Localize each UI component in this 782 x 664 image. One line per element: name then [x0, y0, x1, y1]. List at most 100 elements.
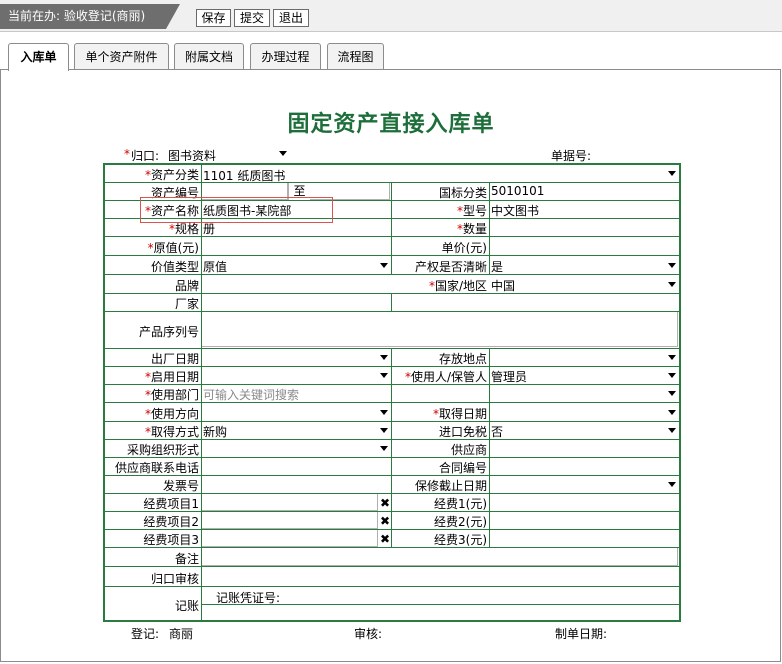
value-type-label: 价值类型 [150, 260, 199, 274]
chevron-down-icon [380, 263, 388, 268]
remark-label: 备注 [174, 552, 199, 566]
accounting-label: 记账 [174, 599, 199, 613]
chevron-down-icon [668, 263, 676, 268]
audit-label: 审核: [354, 627, 383, 641]
spec-input[interactable]: 册 [203, 220, 389, 237]
model-label: *型号 [456, 204, 487, 218]
asset-category-label: *资产分类 [144, 168, 199, 182]
country-value: 中国 [491, 279, 516, 293]
user-select[interactable]: 管理员 [490, 367, 678, 384]
clear-icon[interactable]: ✖ [380, 496, 390, 510]
tab-process[interactable]: 办理过程 [250, 43, 321, 70]
country-select[interactable]: 中国 [490, 276, 678, 293]
belong-select[interactable]: 图书资料 [166, 145, 290, 161]
location-select[interactable] [490, 349, 678, 366]
tab-asset-attachment[interactable]: 单个资产附件 [74, 43, 169, 70]
fund-item2-input[interactable] [202, 512, 378, 529]
brand-label: 品牌 [174, 279, 199, 293]
supplier-input[interactable] [491, 441, 677, 455]
fund2-label: 经费2(元) [434, 515, 487, 529]
chevron-down-icon [668, 391, 676, 396]
acquire-method-label: *取得方式 [144, 425, 199, 439]
model-input[interactable]: 中文图书 [491, 202, 677, 219]
chevron-down-icon [380, 410, 388, 415]
register-value: 商丽 [169, 627, 194, 641]
asset-name-label: *资产名称 [144, 204, 199, 218]
contract-no-input[interactable] [491, 459, 677, 473]
usage-label: *使用方向 [144, 407, 199, 421]
chevron-down-icon [279, 151, 287, 156]
location-label: 存放地点 [438, 352, 487, 366]
acquire-date-label: *取得日期 [432, 407, 487, 421]
value-type-select[interactable]: 原值 [202, 257, 390, 274]
purchase-form-select[interactable] [202, 440, 390, 457]
department-placeholder: 可输入关键词搜索 [203, 388, 300, 402]
acquire-method-value: 新购 [203, 425, 228, 439]
belong-label: 归口: [131, 149, 160, 163]
chevron-down-icon [380, 373, 388, 378]
brand-input[interactable] [203, 277, 389, 291]
chevron-down-icon [380, 446, 388, 451]
chevron-down-icon [668, 428, 676, 433]
invoice-no-label: 发票号 [162, 479, 199, 493]
import-tax-free-select[interactable]: 否 [490, 422, 678, 439]
tab-flowchart[interactable]: 流程图 [327, 43, 384, 70]
tab-inbound[interactable]: 入库单 [8, 43, 69, 71]
fund3-label: 经费3(元) [434, 533, 487, 547]
exit-button[interactable]: 退出 [273, 9, 309, 27]
unit-price-label: 单价(元) [441, 241, 487, 255]
chevron-down-icon [668, 355, 676, 360]
factory-date-select[interactable] [202, 349, 390, 366]
asset-category-select[interactable]: 1101 纸质图书 [202, 165, 678, 182]
manufacturer-label: 厂家 [174, 297, 199, 311]
national-category-value[interactable]: 5010101 [491, 184, 677, 198]
acquire-date-select[interactable] [490, 404, 678, 421]
fund-item1-label: 经费项目1 [143, 497, 199, 511]
invoice-no-input[interactable] [203, 477, 389, 491]
serial-no-label: 产品序列号 [138, 325, 199, 339]
fund-item3-input[interactable] [202, 530, 378, 547]
clear-icon[interactable]: ✖ [380, 514, 390, 528]
warranty-date-label: 保修截止日期 [414, 479, 487, 493]
manufacturer-input[interactable] [203, 295, 389, 309]
chevron-down-icon [380, 355, 388, 360]
serial-no-textarea[interactable] [202, 312, 678, 347]
current-task-tail [166, 4, 180, 29]
property-clear-value: 是 [491, 260, 504, 274]
supplier-phone-input[interactable] [203, 459, 389, 473]
tab-documents[interactable]: 附属文档 [174, 43, 244, 70]
chevron-down-icon [668, 282, 676, 287]
fund-item1-input[interactable] [202, 494, 378, 511]
required-mark: * [124, 147, 130, 161]
doc-no-label: 单据号: [551, 149, 592, 163]
factory-date-label: 出厂日期 [150, 352, 199, 366]
submit-button[interactable]: 提交 [234, 9, 270, 27]
acquire-method-select[interactable]: 新购 [202, 422, 390, 439]
original-value-input[interactable] [203, 239, 389, 253]
supplier-label: 供应商 [450, 443, 487, 457]
clear-icon[interactable]: ✖ [380, 532, 390, 546]
department-label: *使用部门 [144, 388, 199, 402]
import-tax-free-value: 否 [491, 425, 504, 439]
chevron-down-icon [380, 428, 388, 433]
asset-name-input[interactable]: 纸质图书-某院部 [203, 202, 389, 219]
register-label: 登记: [131, 627, 160, 641]
user-label: *使用人/保管人 [404, 370, 487, 384]
department-search-select[interactable]: 可输入关键词搜索 [202, 385, 678, 402]
national-category-label: 国标分类 [438, 186, 487, 200]
current-task-label: 当前在办: 验收登记(商丽) [0, 4, 166, 29]
review-label: 归口审核 [150, 572, 199, 586]
usage-select[interactable] [202, 404, 390, 421]
quantity-input[interactable] [491, 220, 677, 234]
import-tax-free-label: 进口免税 [438, 425, 487, 439]
property-clear-select[interactable]: 是 [490, 257, 678, 274]
remark-input[interactable] [202, 548, 678, 566]
supplier-phone-label: 供应商联系电话 [114, 461, 199, 475]
save-button[interactable]: 保存 [196, 9, 231, 27]
warranty-date-select[interactable] [490, 476, 678, 493]
unit-price-input[interactable] [491, 239, 677, 253]
start-date-label: *启用日期 [144, 370, 199, 384]
start-date-select[interactable] [202, 367, 390, 384]
purchase-form-label: 采购组织形式 [126, 443, 199, 457]
property-clear-label: 产权是否清晰 [414, 260, 487, 274]
